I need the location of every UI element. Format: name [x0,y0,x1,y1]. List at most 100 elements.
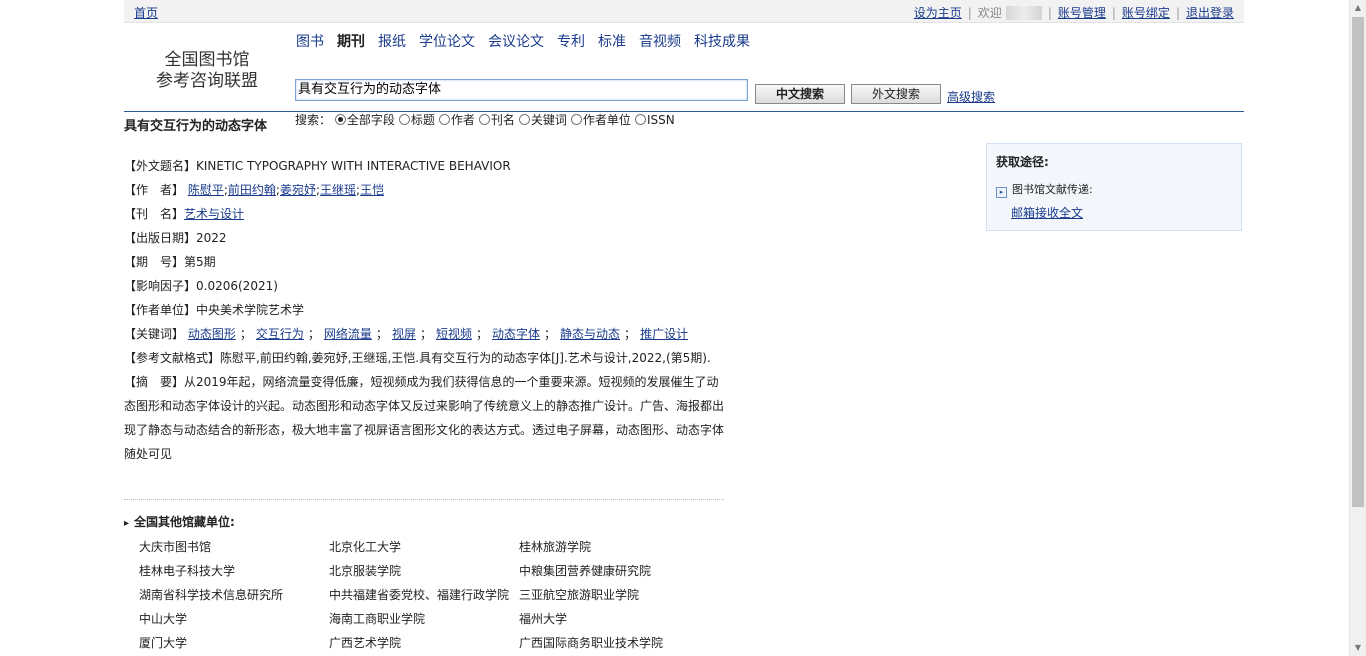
tab-3[interactable]: 学位论文 [419,34,475,50]
abstract-row: 【摘 要】从2019年起，网络流量变得低廉，短视频成为我们获得信息的一个重要来源… [124,370,724,466]
holding-item: 海南工商职业学院 [329,612,426,626]
issue-row: 【期 号】第5期 [124,250,724,274]
issue-value: 第5期 [184,255,216,269]
scroll-down-icon[interactable]: ▼ [1350,640,1366,656]
pubdate-row: 【出版日期】2022 [124,226,724,250]
logo-line-2: 参考咨询联盟 [156,71,258,91]
scope-option-label: 关键词 [530,113,567,127]
radio-button[interactable] [518,114,530,125]
keyword-link[interactable]: 网络流量 [324,327,372,341]
scope-option[interactable]: 关键词 [518,113,567,127]
tab-5[interactable]: 专利 [557,34,585,50]
category-tabs: 图书 期刊 报纸 学位论文 会议论文 专利 标准 音视频 科技成果 [296,31,763,51]
author-link[interactable]: 姜宛妤 [280,183,316,197]
keyword-link[interactable]: 视屏 [392,327,416,341]
logo[interactable]: 全国图书馆 参考咨询联盟 [152,50,262,92]
scope-option-label: ISSN [646,113,675,127]
tab-0[interactable]: 图书 [296,34,324,50]
tab-6[interactable]: 标准 [598,34,626,50]
scope-option[interactable]: 全部字段 [334,113,395,127]
scope-option-label: 刊名 [490,113,515,127]
author-link[interactable]: 陈慰平 [188,183,224,197]
keyword-link[interactable]: 动态字体 [492,327,540,341]
search-input[interactable] [295,79,748,101]
welcome-text: 欢迎 [977,6,1002,20]
scroll-up-icon[interactable]: ▲ [1350,0,1366,16]
field-label: 【作者单位】 [124,303,197,317]
radio-button[interactable] [438,114,450,125]
author-link[interactable]: 王继瑶 [320,183,356,197]
radio-button[interactable] [634,114,646,125]
radio-button[interactable] [334,114,346,125]
expand-icon[interactable]: ▸ [996,187,1007,198]
access-heading: 获取途径: [996,155,1049,169]
journal-row: 【刊 名】艺术与设计 [124,202,724,226]
separator: | [1175,5,1180,20]
field-label: 【作 者】 [124,183,185,197]
holding-item: 中粮集团营养健康研究院 [519,564,652,578]
tab-4[interactable]: 会议论文 [488,34,544,50]
journal-link[interactable]: 艺术与设计 [184,207,244,221]
account-bind-link[interactable]: 账号绑定 [1122,6,1170,20]
separator: ； [307,327,320,341]
scope-option[interactable]: 作者单位 [570,113,631,127]
separator: | [1111,5,1116,20]
radio-button[interactable] [398,114,410,125]
user-links: 设为主页 | 欢迎 | 账号管理 | 账号绑定 | 退出登录 [914,4,1234,21]
masked-username [1005,5,1042,20]
home-link[interactable]: 首页 [134,4,158,21]
search-scope: 搜索： 全部字段 标题 作者 刊名 关键词 作者单位 ISSN [295,111,679,128]
affiliation-row: 【作者单位】中央美术学院艺术学 [124,298,724,322]
logout-link[interactable]: 退出登录 [1186,6,1234,20]
impact-row: 【影响因子】0.0206(2021) [124,274,724,298]
affiliation-value: 中央美术学院艺术学 [196,303,305,317]
scope-option-label: 作者 [450,113,475,127]
tab-1[interactable]: 期刊 [337,34,365,50]
article-title: 具有交互行为的动态字体 [124,119,268,134]
set-homepage-link[interactable]: 设为主页 [914,6,962,20]
holding-item: 桂林电子科技大学 [139,564,236,578]
author-link[interactable]: 前田约翰 [228,183,276,197]
author-link[interactable]: 王恺 [360,183,384,197]
page: 首页 设为主页 | 欢迎 | 账号管理 | 账号绑定 | 退出登录 全国图书馆 参考咨询联盟 图… [124,0,1244,650]
scope-option[interactable]: ISSN [634,113,675,127]
radio-button[interactable] [478,114,490,125]
tab-2[interactable]: 报纸 [378,34,406,50]
impact-value: 0.0206(2021) [196,279,278,293]
foreign-search-button[interactable]: 外文搜索 [851,84,941,104]
holding-item: 中共福建省委党校、福建行政学院 [329,588,510,602]
holding-item: 中山大学 [139,612,188,626]
field-label: 【期 号】 [124,255,185,269]
keyword-link[interactable]: 推广设计 [640,327,688,341]
keyword-link[interactable]: 短视频 [436,327,472,341]
holding-item: 北京化工大学 [329,540,402,554]
top-bar: 首页 设为主页 | 欢迎 | 账号管理 | 账号绑定 | 退出登录 [124,0,1244,23]
chinese-search-button[interactable]: 中文搜索 [755,84,845,104]
vertical-scrollbar[interactable]: ▲ ▼ [1349,0,1366,656]
scope-option[interactable]: 标题 [398,113,435,127]
holding-item: 广西国际商务职业技术学院 [519,636,664,650]
separator: | [1047,5,1052,20]
keyword-link[interactable]: 交互行为 [256,327,304,341]
email-fulltext-link[interactable]: 邮箱接收全文 [1011,204,1083,221]
account-manage-link[interactable]: 账号管理 [1058,6,1106,20]
advanced-search-link[interactable]: 高级搜索 [947,88,995,105]
access-box: 获取途径: ▸ 图书馆文献传递: 邮箱接收全文 [986,143,1242,231]
tab-7[interactable]: 音视频 [639,34,681,50]
holding-item: 桂林旅游学院 [519,540,592,554]
scope-option[interactable]: 作者 [438,113,475,127]
abstract-value: 从2019年起，网络流量变得低廉，短视频成为我们获得信息的一个重要来源。短视频的… [124,375,725,461]
holding-item: 三亚航空旅游职业学院 [519,588,640,602]
keyword-link[interactable]: 静态与动态 [560,327,620,341]
pubdate-value: 2022 [196,231,227,245]
separator: ； [419,327,432,341]
logo-line-1: 全国图书馆 [164,50,250,70]
scrollbar-thumb[interactable] [1352,17,1364,507]
scope-option-label: 标题 [410,113,435,127]
keyword-link[interactable]: 动态图形 [188,327,236,341]
scope-option[interactable]: 刊名 [478,113,515,127]
holding-item: 大庆市图书馆 [139,540,212,554]
tab-8[interactable]: 科技成果 [694,34,750,50]
field-label: 【参考文献格式】 [124,351,221,365]
radio-button[interactable] [570,114,582,125]
